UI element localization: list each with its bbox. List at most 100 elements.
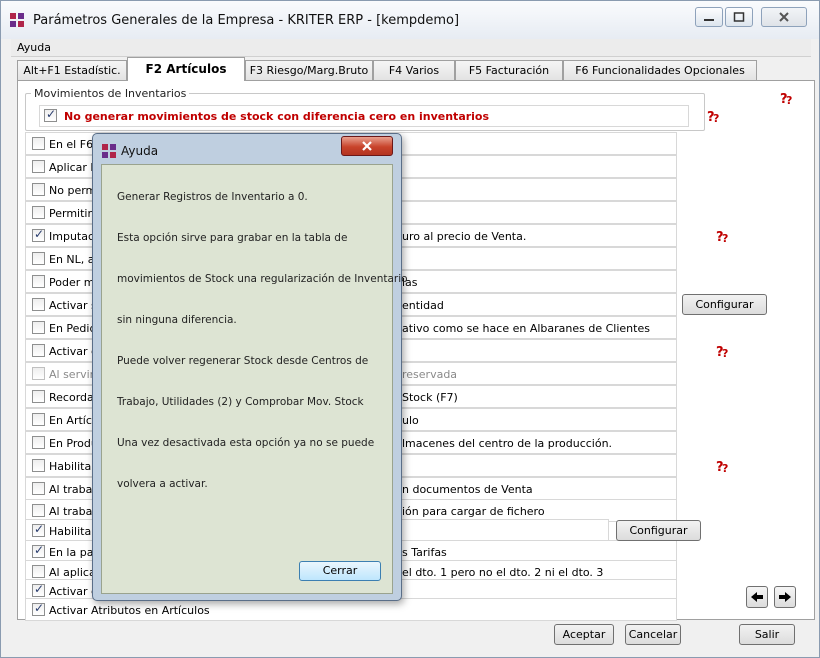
tab-articulos[interactable]: F2 Artículos [127,57,245,81]
option-checkbox[interactable] [32,522,45,537]
help-question-icon[interactable]: ?? [715,459,731,473]
svg-text:?: ? [722,347,728,358]
option-checkbox[interactable] [32,565,45,578]
svg-text:?: ? [786,94,792,105]
option-checkbox[interactable] [32,183,45,196]
option-label-tail: Stock (F7) [402,391,458,404]
svg-text:?: ? [713,112,719,123]
tab-funcionalidades[interactable]: F6 Funcionalidades Opcionales [563,60,757,80]
maximize-button[interactable] [725,7,753,27]
close-icon [362,141,372,151]
option-label-tail: ión para cargar de fichero [402,505,545,518]
arrow-right-icon [779,592,791,602]
minimize-icon [704,19,714,21]
tab-estadisticas[interactable]: Alt+F1 Estadístic. [17,60,127,80]
svg-text:?: ? [722,462,728,473]
help-dialog-title: Ayuda [121,144,159,158]
help-text-line: Trabajo, Utilidades (2) y Comprobar Mov.… [117,396,364,408]
accept-label: Aceptar [562,628,606,641]
option-row[interactable]: Activar Atributos en Artículos [25,598,677,621]
option-label: En el F6 [49,138,94,151]
configure-button[interactable]: Configurar [682,294,767,315]
option-checkbox[interactable] [32,459,45,472]
help-dialog-close-text-button[interactable]: Cerrar [299,561,381,581]
option-label-tail: reservada [402,368,458,381]
exit-button[interactable]: Salir [739,624,795,645]
help-text-line: Puede volver regenerar Stock desde Centr… [117,355,369,367]
option-label: En Produ [49,437,98,450]
help-dialog-body: Generar Registros de Inventario a 0. Est… [101,164,408,594]
option-label-tail: s Tarifas [402,546,447,559]
option-label: En la par [49,546,98,559]
option-checkbox[interactable] [32,582,45,597]
option-label-tail: uro al precio de Venta. [402,230,527,243]
option-checkbox[interactable] [32,252,45,265]
option-label-tail: ulo [402,414,419,427]
help-text-line: movimientos de Stock una regularización … [117,273,408,285]
option-checkbox[interactable] [32,482,45,495]
option-label-tail: entidad [402,299,444,312]
zero-diff-stock-option[interactable]: No generar movimientos de stock con dife… [39,105,689,127]
help-text-line: Generar Registros de Inventario a 0. [117,191,308,203]
svg-text:?: ? [722,232,728,243]
option-checkbox[interactable] [32,298,45,311]
option-checkbox[interactable] [32,601,45,616]
option-checkbox[interactable] [32,275,45,288]
help-question-icon[interactable]: ?? [779,91,795,105]
help-question-icon[interactable]: ?? [715,229,731,243]
cancel-button[interactable]: Cancelar [625,624,681,645]
inventory-group-title: Movimientos de Inventarios [31,87,190,100]
option-checkbox[interactable] [32,436,45,449]
window-close-button[interactable] [761,7,807,27]
option-checkbox[interactable] [32,390,45,403]
option-label-tail: n documentos de Venta [402,483,533,496]
option-label: Activar Atributos en Artículos [49,604,210,617]
help-text-line: Esta opción sirve para grabar en la tabl… [117,232,348,244]
option-checkbox[interactable] [32,321,45,334]
option-checkbox[interactable] [32,413,45,426]
option-checkbox[interactable] [32,137,45,150]
option-label: Activar c [49,585,98,598]
help-text-line: sin ninguna diferencia. [117,314,237,326]
menu-help[interactable]: Ayuda [17,41,51,54]
configure-button[interactable]: Configurar [616,520,701,541]
help-question-icon[interactable]: ?? [715,344,731,358]
accept-button[interactable]: Aceptar [554,624,614,645]
option-checkbox[interactable] [32,160,45,173]
menu-bar: Ayuda [11,39,811,57]
help-dialog-close-button[interactable] [341,136,393,156]
arrow-left-icon [751,592,763,602]
option-checkbox[interactable] [32,227,45,242]
option-label-tail: lmacenes del centro de la producción. [402,437,613,450]
title-bar[interactable]: Parámetros Generales de la Empresa - KRI… [1,1,819,39]
tab-facturacion[interactable]: F5 Facturación [455,60,563,80]
option-label: Recorda [49,391,94,404]
zero-diff-stock-checkbox[interactable] [44,107,57,122]
option-checkbox [32,367,45,380]
option-label-tail: el dto. 1 pero no el dto. 2 ni el dto. 3 [402,566,604,579]
prev-arrow-button[interactable] [746,586,768,608]
cancel-label: Cancelar [628,628,678,641]
help-text-line: volvera a activar. [117,478,208,490]
option-label: En NL, a [49,253,95,266]
window-title: Parámetros Generales de la Empresa - KRI… [33,13,460,28]
tab-riesgo[interactable]: F3 Riesgo/Marg.Bruto [245,60,373,80]
close-label: Cerrar [322,564,358,577]
option-checkbox[interactable] [32,206,45,219]
tab-varios[interactable]: F4 Varios [373,60,455,80]
next-arrow-button[interactable] [774,586,796,608]
exit-label: Salir [754,628,780,641]
kriter-app-icon [10,13,24,27]
option-checkbox[interactable] [32,543,45,558]
option-label: En Pedid [49,322,97,335]
help-question-icon[interactable]: ?? [706,109,722,123]
option-label-tail: ativo como se hace en Albaranes de Clien… [402,322,650,335]
maximize-icon [733,12,745,22]
close-icon [779,12,789,22]
minimize-button[interactable] [695,7,723,27]
option-checkbox[interactable] [32,344,45,357]
tab-strip: Alt+F1 Estadístic. F2 Artículos F3 Riesg… [17,57,757,81]
option-checkbox[interactable] [32,504,45,517]
option-label: Habilitar [49,460,96,473]
kriter-app-icon [102,144,116,158]
